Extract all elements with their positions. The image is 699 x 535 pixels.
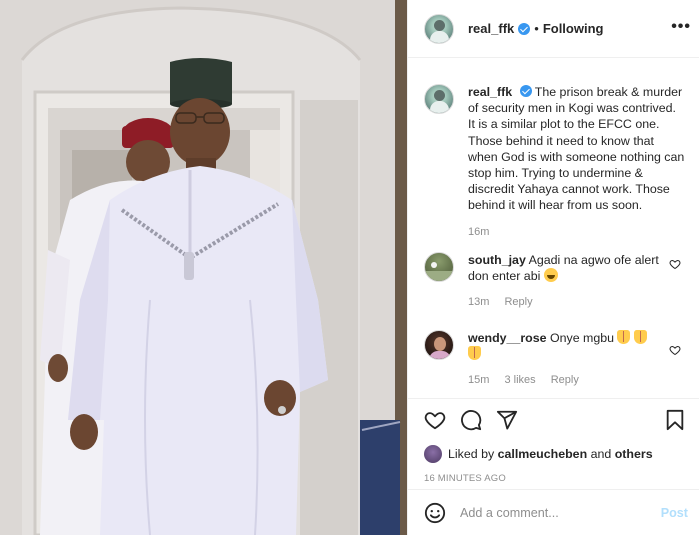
comment-time: 13m [468,296,490,309]
likes-prefix: Liked by [448,447,495,461]
commenter-username[interactable]: wendy__rose [468,331,547,345]
author-username[interactable]: real_ffk [468,21,514,36]
praying-hands-emoji-icon [468,346,481,361]
comment-time: 15m [468,374,490,387]
comment-text: Onye mgbu [549,331,615,346]
laughing-emoji-icon [543,267,558,282]
comment-input[interactable] [460,505,661,520]
post-image [0,0,407,535]
verified-badge-icon [519,85,532,97]
heart-icon[interactable] [424,409,446,431]
comment-meta: 15m 3 likes Reply [468,374,685,386]
author-avatar[interactable] [424,13,454,44]
likes-others-link[interactable]: others [615,447,653,461]
post-panel: real_ffk • Following ••• real_ffk The pr… [407,0,699,535]
post-timestamp[interactable]: 16 MINUTES AGO [424,473,686,484]
share-icon[interactable] [496,409,518,431]
post-photo[interactable] [0,0,407,535]
liker-avatar[interactable] [424,445,442,463]
caption-meta: 16m [468,226,685,238]
liker-username[interactable]: callmeucheben [498,447,588,461]
likes-conjunction: and [590,447,612,461]
reply-button[interactable]: Reply [551,374,579,386]
bookmark-icon[interactable] [664,409,686,431]
commenter-avatar[interactable] [424,251,454,282]
comment-likes[interactable]: 3 likes [504,374,535,386]
header-separator: • [534,21,539,36]
caption-avatar[interactable] [424,84,454,114]
add-comment-bar: Post [408,489,699,535]
post-actions: Liked by callmeucheben and others 16 MIN… [408,398,699,484]
more-options-icon[interactable]: ••• [671,19,691,35]
comments-section: real_ffk The prison break & murder of se… [408,58,699,398]
praying-hands-emoji-icon [617,330,631,345]
post-header: real_ffk • Following ••• [408,0,699,58]
following-button[interactable]: Following [543,21,604,36]
caption: real_ffk The prison break & murder of se… [424,58,685,238]
comment: south_jay Agadi na agwo ofe alert don en… [424,238,685,308]
caption-text: The prison break & murder of security me… [468,85,685,213]
action-icons [424,407,686,435]
comment-meta: 13m Reply [468,296,685,308]
comment: wendy__rose Onye mgbu 15m 3 likes Reply [424,308,685,386]
comment-icon[interactable] [460,409,482,431]
post-comment-button[interactable]: Post [661,506,688,520]
emoji-icon[interactable] [424,502,446,524]
reply-button[interactable]: Reply [504,296,532,308]
praying-hands-emoji-icon [633,330,647,345]
commenter-username[interactable]: south_jay [468,253,526,267]
caption-time: 16m [468,225,490,238]
like-comment-heart-icon[interactable] [669,344,681,356]
caption-username[interactable]: real_ffk [468,85,512,99]
like-comment-heart-icon[interactable] [669,258,681,270]
commenter-avatar[interactable] [424,330,454,361]
likes-summary: Liked by callmeucheben and others [424,445,686,463]
verified-badge-icon [518,22,531,35]
